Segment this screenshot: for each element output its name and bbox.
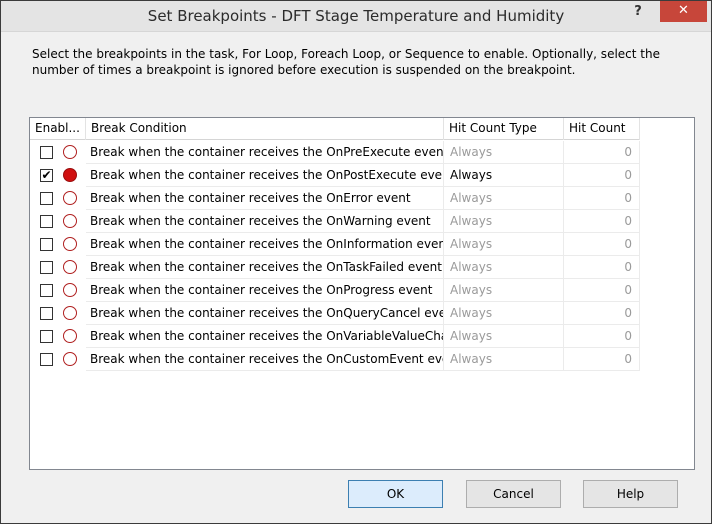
hit-count-cell[interactable]: 0 [564, 233, 640, 256]
table-row[interactable]: Break when the container receives the On… [30, 325, 640, 348]
set-breakpoints-dialog: Set Breakpoints - DFT Stage Temperature … [0, 0, 712, 524]
table-row[interactable]: Break when the container receives the On… [30, 302, 640, 325]
breakpoint-icon [63, 352, 77, 366]
enable-checkbox[interactable] [40, 146, 53, 159]
hit-count-type-cell[interactable]: Always [444, 141, 564, 164]
column-header-enabled[interactable]: Enabl... [30, 118, 86, 140]
enable-checkbox[interactable]: ✔ [40, 169, 53, 182]
help-button[interactable]: Help [583, 480, 678, 508]
hit-count-cell[interactable]: 0 [564, 187, 640, 210]
hit-count-type-cell[interactable]: Always [444, 233, 564, 256]
enable-checkbox[interactable] [40, 192, 53, 205]
breakpoint-icon [63, 214, 77, 228]
hit-count-cell[interactable]: 0 [564, 256, 640, 279]
hit-count-type-cell[interactable]: Always [444, 187, 564, 210]
break-condition-cell: Break when the container receives the On… [86, 233, 444, 256]
cancel-button[interactable]: Cancel [466, 480, 561, 508]
hit-count-type-cell[interactable]: Always [444, 256, 564, 279]
hit-count-type-cell[interactable]: Always [444, 164, 564, 187]
enable-checkbox[interactable] [40, 284, 53, 297]
break-condition-cell: Break when the container receives the On… [86, 302, 444, 325]
enable-checkbox[interactable] [40, 330, 53, 343]
enable-checkbox[interactable] [40, 307, 53, 320]
ok-button[interactable]: OK [348, 480, 443, 508]
table-row[interactable]: Break when the container receives the On… [30, 256, 640, 279]
breakpoints-grid[interactable]: Enabl... Break Condition Hit Count Type … [29, 117, 695, 470]
hit-count-type-cell[interactable]: Always [444, 325, 564, 348]
hit-count-type-cell[interactable]: Always [444, 302, 564, 325]
break-condition-cell: Break when the container receives the On… [86, 164, 444, 187]
table-row[interactable]: Break when the container receives the On… [30, 187, 640, 210]
break-condition-cell: Break when the container receives the On… [86, 348, 444, 371]
instructions-text: Select the breakpoints in the task, For … [32, 47, 660, 77]
table-row[interactable]: ✔ Break when the container receives the O… [30, 164, 640, 187]
hit-count-type-cell[interactable]: Always [444, 279, 564, 302]
breakpoint-icon [63, 283, 77, 297]
grid-header: Enabl... Break Condition Hit Count Type … [30, 118, 640, 140]
breakpoint-icon [63, 260, 77, 274]
breakpoint-icon [63, 306, 77, 320]
hit-count-cell[interactable]: 0 [564, 279, 640, 302]
break-condition-cell: Break when the container receives the On… [86, 187, 444, 210]
breakpoint-icon [63, 168, 77, 182]
break-condition-cell: Break when the container receives the On… [86, 210, 444, 233]
title-bar: Set Breakpoints - DFT Stage Temperature … [1, 1, 711, 32]
hit-count-cell[interactable]: 0 [564, 348, 640, 371]
hit-count-cell[interactable]: 0 [564, 325, 640, 348]
column-header-hit-count[interactable]: Hit Count [564, 118, 640, 140]
enable-checkbox[interactable] [40, 238, 53, 251]
breakpoint-icon [63, 237, 77, 251]
hit-count-cell[interactable]: 0 [564, 210, 640, 233]
window-title: Set Breakpoints - DFT Stage Temperature … [147, 7, 565, 25]
break-condition-cell: Break when the container receives the On… [86, 279, 444, 302]
table-row[interactable]: Break when the container receives the On… [30, 210, 640, 233]
break-condition-cell: Break when the container receives the On… [86, 141, 444, 164]
breakpoint-icon [63, 191, 77, 205]
enable-checkbox[interactable] [40, 215, 53, 228]
hit-count-cell[interactable]: 0 [564, 141, 640, 164]
enable-checkbox[interactable] [40, 353, 53, 366]
column-header-break-condition[interactable]: Break Condition [86, 118, 444, 140]
break-condition-cell: Break when the container receives the On… [86, 256, 444, 279]
table-row[interactable]: Break when the container receives the On… [30, 348, 640, 371]
hit-count-type-cell[interactable]: Always [444, 210, 564, 233]
enable-checkbox[interactable] [40, 261, 53, 274]
hit-count-cell[interactable]: 0 [564, 164, 640, 187]
breakpoint-icon [63, 145, 77, 159]
help-icon[interactable]: ? [625, 1, 651, 23]
table-row[interactable]: Break when the container receives the On… [30, 141, 640, 164]
break-condition-cell: Break when the container receives the On… [86, 325, 444, 348]
breakpoint-icon [63, 329, 77, 343]
hit-count-cell[interactable]: 0 [564, 302, 640, 325]
close-icon[interactable]: ✕ [660, 1, 707, 22]
table-row[interactable]: Break when the container receives the On… [30, 233, 640, 256]
column-header-hit-count-type[interactable]: Hit Count Type [444, 118, 564, 140]
table-row[interactable]: Break when the container receives the On… [30, 279, 640, 302]
hit-count-type-cell[interactable]: Always [444, 348, 564, 371]
